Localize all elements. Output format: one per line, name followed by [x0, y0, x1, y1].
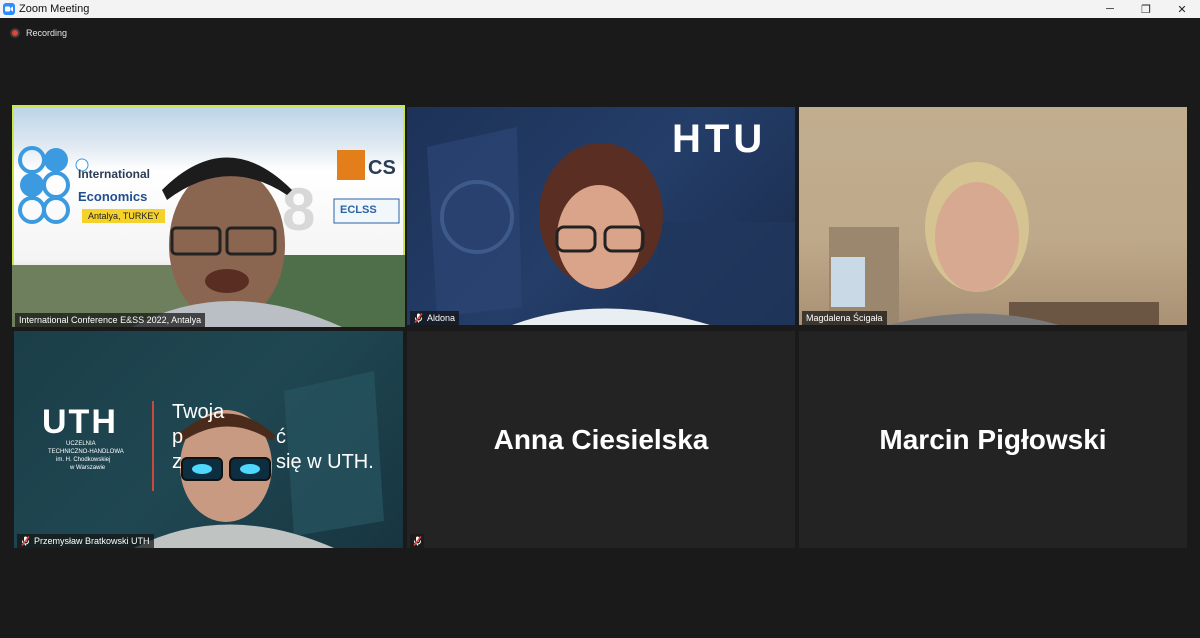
- title-bar: Zoom Meeting ─ ❐ ✕: [0, 0, 1200, 18]
- uth-sub4: w Warszawie: [70, 465, 106, 471]
- slogan-c: ć: [276, 426, 286, 448]
- uth-sub1: UCZELNIA: [66, 441, 96, 447]
- participant-name-label: International Conference E&SS 2022, Anta…: [15, 313, 206, 327]
- slogan-z: z: [172, 451, 182, 473]
- participant-name: International Conference E&SS 2022, Anta…: [19, 315, 202, 325]
- slogan-rest: się w UTH.: [276, 451, 374, 473]
- uth-sub3: im. H. Chodkowskiej: [56, 457, 111, 463]
- muted-mic-icon: [21, 536, 30, 546]
- participant-name-label: Magdalena Ścigała: [802, 311, 887, 325]
- video-tile-aldona[interactable]: HTU Aldona: [407, 107, 795, 325]
- participant-name-label: Aldona: [410, 311, 460, 325]
- participant-name-label: Przemysław Bratkowski UTH: [17, 534, 154, 548]
- muted-mic-icon: [410, 534, 424, 548]
- meeting-area: Recording 8 International Economics Anta…: [0, 18, 1200, 638]
- video-tile-anna[interactable]: Anna Ciesielska: [407, 331, 795, 548]
- banner-badge-eclss: ECLSS: [340, 204, 377, 216]
- participant-display-name: Anna Ciesielska: [493, 423, 709, 455]
- banner-text-economics: Economics: [78, 189, 148, 204]
- minimize-button[interactable]: ─: [1092, 0, 1128, 18]
- banner-text-location: Antalya, TURKEY: [82, 209, 166, 223]
- muted-mic-icon: [414, 313, 423, 323]
- participant-display-name: Marcin Pigłowski: [879, 423, 1107, 455]
- htu-logo: HTU: [672, 117, 767, 161]
- participant-name: Aldona: [427, 313, 456, 323]
- video-tile-magdalena[interactable]: Magdalena Ścigała: [799, 107, 1187, 325]
- zoom-app-icon: [3, 3, 15, 15]
- recording-label: Recording: [26, 28, 68, 38]
- participant-name: Magdalena Ścigała: [806, 313, 883, 323]
- banner-badge-cs: CS: [368, 157, 396, 179]
- participant-name: Przemysław Bratkowski UTH: [34, 536, 150, 546]
- video-tile-conference[interactable]: 8 International Economics Antalya, TURKE…: [12, 105, 405, 327]
- close-button[interactable]: ✕: [1164, 0, 1200, 18]
- slogan-twoja: Twoja: [172, 401, 225, 423]
- video-tile-marcin[interactable]: Marcin Pigłowski: [799, 331, 1187, 548]
- recording-indicator[interactable]: Recording: [10, 28, 67, 38]
- window-controls: ─ ❐ ✕: [1092, 0, 1200, 18]
- video-tile-przemyslaw[interactable]: UTH UCZELNIA TECHNICZNO-HANDLOWA im. H. …: [14, 331, 403, 548]
- conference-banner-graphic: 8: [12, 146, 405, 327]
- window-title: Zoom Meeting: [19, 3, 90, 15]
- restore-button[interactable]: ❐: [1128, 0, 1164, 18]
- banner-text-international: International: [78, 167, 151, 181]
- record-icon: [10, 28, 20, 38]
- uth-logo: UTH: [42, 403, 118, 441]
- magdalena-video-graphic: [829, 162, 1159, 325]
- uth-sub2: TECHNICZNO-HANDLOWA: [48, 449, 124, 455]
- slogan-p: p: [172, 426, 184, 448]
